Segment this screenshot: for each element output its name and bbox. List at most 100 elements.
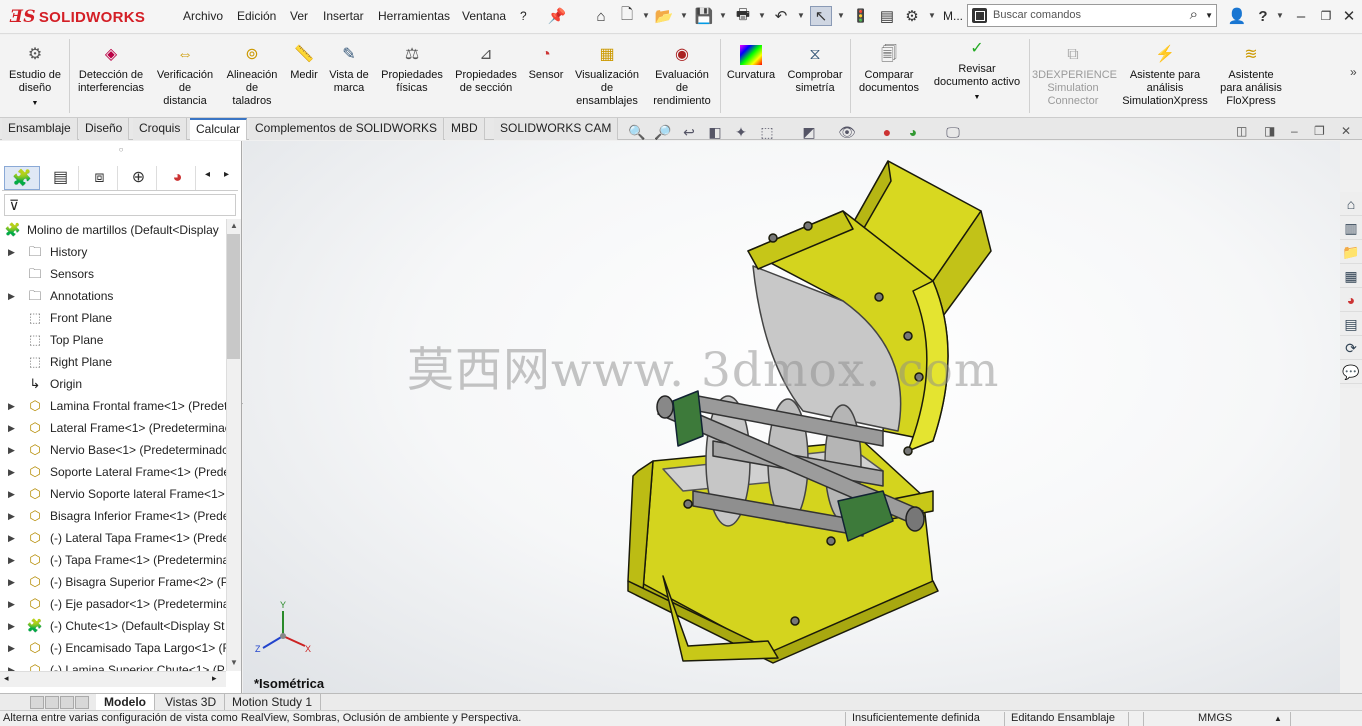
file-explorer-icon[interactable]: 📁 [1340,240,1362,264]
ribbon-performance-button[interactable]: ◉ Evaluación de rendimiento [646,45,718,108]
tree-item[interactable]: ▶ 🧩 (-) Chute<1> (Default<Display St [0,615,226,637]
viewport-maximize-icon[interactable]: ❐ [1314,124,1325,138]
scroll-down-icon[interactable]: ▼ [230,658,238,667]
user-icon[interactable]: 👤 [1226,6,1248,26]
expand-arrow-icon[interactable]: ▶ [8,461,15,483]
ribbon-hole-alignment-button[interactable]: ⊚ Alineación de taladros [220,45,284,108]
expand-arrow-icon[interactable]: ▶ [8,483,15,505]
chevron-left-icon[interactable]: ◂ [205,169,210,180]
tab-complementos[interactable]: Complementos de SOLIDWORKS [249,118,445,140]
ribbon-sensor-button[interactable]: ◔ Sensor [524,45,568,82]
undo-icon[interactable]: ↶ [770,6,792,26]
ribbon-section-properties-button[interactable]: ⊿ Propiedades de sección [450,45,522,95]
tab-calcular[interactable]: Calcular [190,118,248,140]
tree-item[interactable]: ▶ ⬡ (-) Encamisado Tapa Largo<1> (F [0,637,226,659]
tree-scroll-thumb[interactable] [227,234,240,359]
tree-hscrollbar[interactable]: ◂ ▸ [0,671,226,687]
zoom-area-icon[interactable]: 🔎 [654,123,672,141]
configuration-manager-tab[interactable]: ⧈ [82,166,118,190]
chat-icon[interactable]: 💬 [1340,360,1362,384]
viewport-close-icon[interactable]: ✕ [1341,124,1351,138]
zoom-to-fit-icon[interactable]: 🔍 [628,123,646,141]
tab-ensamblaje[interactable]: Ensamblaje [2,118,78,140]
tab-vistas-3d[interactable]: Vistas 3D [157,694,226,711]
file-properties-icon[interactable]: ▤ [876,6,898,26]
tab-solidworks-cam[interactable]: SOLIDWORKS CAM [494,118,619,140]
chevron-down-icon[interactable]: ▼ [1276,11,1284,20]
help-icon[interactable]: ? [1252,6,1274,26]
expand-arrow-icon[interactable]: ▶ [8,439,15,461]
edit-appearance-icon[interactable]: ● [878,123,896,141]
ribbon-clearance-button[interactable]: ⇔ Verificación de distancia [152,45,218,108]
options-gear-icon[interactable]: ⚙ [901,6,923,26]
tree-item[interactable]: ▶ ⬡ Lamina Frontal frame<1> (Predet [0,395,226,417]
tree-item[interactable]: ▶ ⬡ (-) Eje pasador<1> (Predetermina [0,593,226,615]
graphics-area[interactable]: Y X Z 莫西网www. 3dmox. com *Isométrica [243,141,1340,693]
menu-archivo[interactable]: Archivo [183,9,223,23]
ribbon-assembly-visualization-button[interactable]: ▦ Visualización de ensamblajes [570,45,644,108]
rebuild-icon[interactable]: 🚦 [850,6,872,26]
view-orientation-icon[interactable]: ⬚ [758,123,776,141]
expand-arrow-icon[interactable]: ▶ [8,637,15,659]
new-document-icon[interactable]: 🗋 [616,6,638,26]
tree-item[interactable]: ▶ ⬡ (-) Lateral Tapa Frame<1> (Prede [0,527,226,549]
expand-arrow-icon[interactable]: ▶ [8,241,15,263]
chevron-down-icon[interactable]: ▼ [719,11,727,20]
tree-item[interactable]: ▶ ⬡ (-) Tapa Frame<1> (Predetermina [0,549,226,571]
viewport-restore-icon[interactable]: ◫ [1236,124,1247,138]
restore-icon[interactable]: ❐ [1315,6,1337,26]
tree-item[interactable]: ▶ ⬡ Nervio Base<1> (Predeterminadc [0,439,226,461]
ribbon-interference-button[interactable]: ◈ Detección de interferencias [72,45,150,95]
expand-arrow-icon[interactable]: ▶ [8,593,15,615]
tree-item[interactable]: ▶ 🗀 Annotations [0,285,226,307]
chevron-down-icon[interactable]: ▼ [797,11,805,20]
tree-item[interactable]: ▶ ⬡ Bisagra Inferior Frame<1> (Prede [0,505,226,527]
ribbon-simxpress-button[interactable]: ⚡ Asistente para análisis SimulationXpre… [1116,45,1214,108]
apply-scene-icon[interactable]: ◕ [904,123,922,141]
chevron-down-icon[interactable]: ▼ [642,11,650,20]
expand-arrow-icon[interactable]: ▶ [8,417,15,439]
expand-arrow-icon[interactable]: ▶ [8,527,15,549]
tree-item[interactable]: ▶ ⬡ Soporte Lateral Frame<1> (Prede [0,461,226,483]
scroll-up-icon[interactable]: ▲ [230,221,238,230]
chevron-down-icon[interactable]: ▼ [837,11,845,20]
next-tab-icon[interactable] [60,696,74,709]
tab-croquis[interactable]: Croquis [133,118,188,140]
feature-manager-tab[interactable]: 🧩 [4,166,40,190]
chevron-up-icon[interactable]: ▲ [1274,711,1282,726]
hammer-mill-model[interactable]: Y X Z [243,141,1340,693]
previous-view-icon[interactable]: ↩ [680,123,698,141]
ribbon-check-active-button[interactable]: ✓ Revisar documento activo ▼ [928,39,1026,104]
menu-ver[interactable]: Ver [290,9,308,23]
menu-overflow[interactable]: M... [943,9,963,23]
search-scope-icon[interactable] [972,8,987,23]
panel-grip-icon[interactable]: ○ [0,145,242,154]
hide-show-icon[interactable]: 👁 [838,123,856,141]
print-icon[interactable]: 🖶 [732,6,754,26]
tree-item[interactable]: ↳ Origin [0,373,226,395]
tree-item[interactable]: ▶ ⬡ (-) Lamina Superior Chute<1> (P [0,659,226,671]
ribbon-floxpress-button[interactable]: ≋ Asistente para análisis FloXpress [1216,45,1286,108]
section-view-icon[interactable]: ◧ [706,123,724,141]
chevron-down-icon[interactable]: ▼ [680,11,688,20]
tab-modelo[interactable]: Modelo [96,694,155,711]
prev-tab-icon[interactable] [45,696,59,709]
view-settings-icon[interactable]: 🖵 [944,123,962,141]
tree-item[interactable]: ▶ ⬡ Nervio Soporte lateral Frame<1> [0,483,226,505]
chevron-down-icon[interactable]: ▼ [4,97,66,110]
open-icon[interactable]: 📂 [653,6,675,26]
chevron-down-icon[interactable]: ▼ [1205,11,1213,20]
chevron-down-icon[interactable]: ▼ [928,91,1026,104]
chevron-down-icon[interactable]: ▼ [758,11,766,20]
scroll-left-icon[interactable]: ◂ [4,673,9,684]
view-palette-icon[interactable]: ▦ [1340,264,1362,288]
menu-herramientas[interactable]: Herramientas [378,9,450,23]
tree-item[interactable]: ▶ ⬡ (-) Bisagra Superior Frame<2> (P [0,571,226,593]
tab-motion-study[interactable]: Motion Study 1 [224,694,322,711]
solidworks-resources-icon[interactable]: ⌂ [1340,192,1362,216]
tree-item[interactable]: ▶ ⬡ Lateral Frame<1> (Predeterminac [0,417,226,439]
custom-properties-icon[interactable]: ▤ [1340,312,1362,336]
viewport-tile-icon[interactable]: ◨ [1264,124,1275,138]
minimize-icon[interactable]: – [1290,6,1312,26]
expand-arrow-icon[interactable]: ▶ [8,659,15,671]
